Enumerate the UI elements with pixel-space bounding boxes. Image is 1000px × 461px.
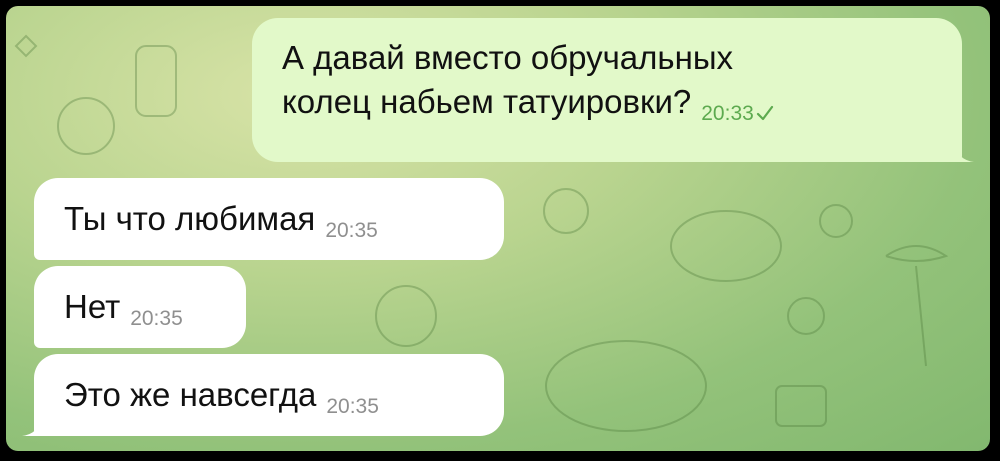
message-text: Нет <box>64 288 121 325</box>
message-text-line-2: колец набьем татуировки? 20:33 <box>282 80 932 129</box>
doodle-whale-icon <box>670 210 782 282</box>
message-text-line-1: А давай вместо обручальных <box>282 39 734 76</box>
chat-window: А давай вместо обручальных колец набьем … <box>6 6 990 451</box>
outgoing-message[interactable]: А давай вместо обручальных колец набьем … <box>252 18 974 162</box>
doodle-orange-icon <box>787 297 825 335</box>
doodle-submarine-icon <box>543 188 589 234</box>
bubble-tail <box>22 418 42 436</box>
doodle-gift-icon <box>775 385 827 427</box>
message-text: колец набьем татуировки? <box>282 83 692 120</box>
incoming-message[interactable]: Нет 20:35 <box>34 266 246 348</box>
check-icon <box>756 88 774 132</box>
message-text: Ты что любимая <box>64 200 316 237</box>
doodle-fruit-icon <box>819 204 853 238</box>
incoming-message[interactable]: Ты что любимая 20:35 <box>34 178 504 260</box>
doodle-gingerbread-icon <box>57 97 115 155</box>
doodle-whale-large-icon <box>545 340 707 432</box>
message-text: Это же навсегда <box>64 376 317 413</box>
doodle-planet-icon <box>375 285 437 347</box>
doodle-star-icon <box>14 34 38 58</box>
message-time: 20:35 <box>326 395 379 418</box>
message-time: 20:35 <box>325 219 378 242</box>
message-time: 20:33 <box>701 102 754 125</box>
message-time: 20:35 <box>130 307 183 330</box>
doodle-rocket-icon <box>135 45 177 117</box>
bubble-tail <box>954 144 974 162</box>
doodle-palm-icon <box>885 245 949 262</box>
incoming-message[interactable]: Это же навсегда 20:35 <box>22 354 504 436</box>
